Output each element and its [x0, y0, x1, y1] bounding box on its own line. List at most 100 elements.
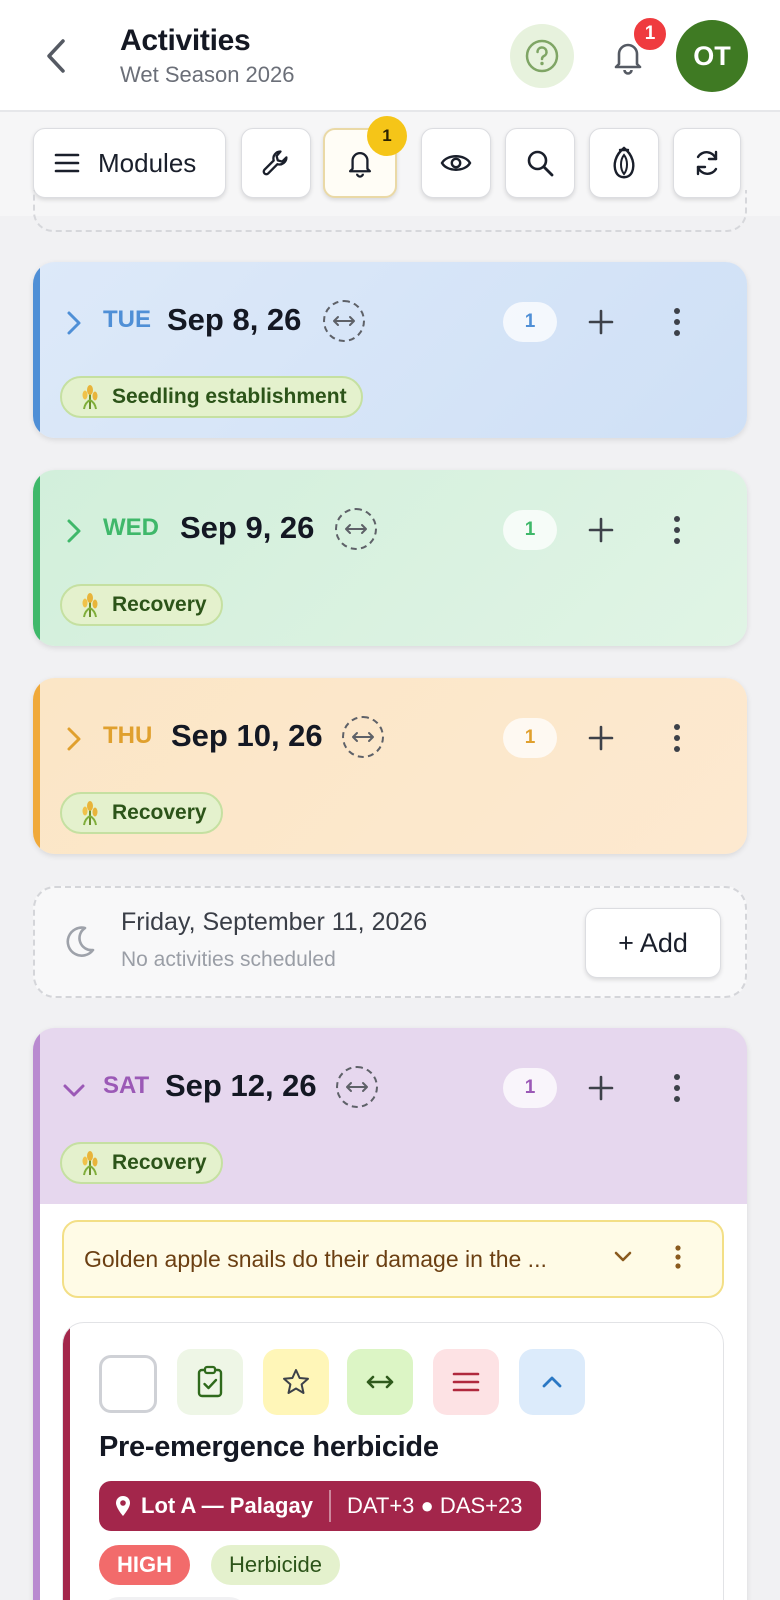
add-activity-button[interactable] [579, 716, 623, 760]
seed-button[interactable] [589, 128, 659, 198]
move-day-button[interactable] [335, 508, 377, 550]
add-button[interactable]: + Add [585, 908, 721, 978]
growth-stage-chip: Recovery [60, 1142, 223, 1184]
day-accent-bar [33, 678, 40, 854]
day-card-wed[interactable]: WED Sep 9, 26 1 Recovery [33, 470, 747, 646]
day-card-thu[interactable]: THU Sep 10, 26 1 Recovery [33, 678, 747, 854]
seed-icon [613, 146, 635, 179]
chevron-down-icon [63, 1084, 85, 1097]
category-badge: Herbicide [211, 1545, 340, 1585]
day-accent-bar [33, 262, 40, 438]
clipboard-check-icon [197, 1365, 223, 1398]
activity-count-badge: 1 [503, 1068, 557, 1108]
notifications-badge: 1 [632, 16, 668, 52]
growth-stage-chip: Recovery [60, 792, 223, 834]
move-day-button[interactable] [323, 300, 365, 342]
expand-toggle[interactable] [61, 724, 87, 754]
priority-badge: HIGH [99, 1545, 190, 1585]
wrench-icon [262, 150, 288, 176]
day-menu-button[interactable] [659, 716, 695, 760]
moon-icon [66, 926, 95, 957]
list-icon [452, 1372, 480, 1392]
tip-expand-button[interactable] [612, 1246, 634, 1273]
plus-icon [588, 517, 614, 543]
plus-icon [588, 725, 614, 751]
collapse-activity-button[interactable] [519, 1349, 585, 1415]
move-day-button[interactable] [336, 1066, 378, 1108]
collapse-toggle[interactable] [61, 1076, 87, 1106]
arrows-horizontal-icon [352, 732, 374, 742]
day-of-week: WED [103, 514, 159, 541]
menu-icon [54, 153, 80, 173]
day-date: Sep 12, 26 [165, 1068, 317, 1103]
help-icon [525, 39, 559, 73]
chevron-down-icon [614, 1251, 632, 1262]
day-of-week: TUE [103, 306, 151, 333]
checklist-button[interactable] [177, 1349, 243, 1415]
tip-text: Golden apple snails do their damage in t… [84, 1246, 547, 1272]
rice-plant-icon [82, 801, 98, 826]
arrows-horizontal-icon [346, 1082, 368, 1092]
favorite-button[interactable] [263, 1349, 329, 1415]
empty-day-message: No activities scheduled [121, 948, 336, 971]
refresh-button[interactable] [673, 128, 741, 198]
add-activity-button[interactable] [579, 1066, 623, 1110]
activity-title: Pre-emergence herbicide [99, 1431, 439, 1463]
growth-stage-chip: Seedling establishment [60, 376, 363, 418]
page-subtitle: Wet Season 2026 [120, 62, 295, 87]
avatar[interactable]: OT [676, 20, 748, 92]
previous-day-card-edge [33, 190, 747, 232]
location-label: Lot A — Palagay [141, 1493, 313, 1518]
back-button[interactable] [36, 34, 76, 78]
rice-plant-icon [82, 385, 98, 410]
modules-button[interactable]: Modules [33, 128, 226, 198]
day-menu-button[interactable] [659, 1066, 695, 1110]
chevron-up-icon [542, 1376, 562, 1388]
add-activity-button[interactable] [579, 300, 623, 344]
activity-accent-bar [63, 1323, 70, 1600]
move-activity-button[interactable] [347, 1349, 413, 1415]
search-icon [527, 150, 554, 177]
day-date: Sep 10, 26 [171, 718, 323, 753]
activity-card[interactable]: Pre-emergence herbicide Lot A — Palagay … [62, 1322, 724, 1600]
timing-label: DAT+3 ● DAS+23 [346, 1493, 523, 1518]
empty-day-date: Friday, September 11, 2026 [121, 908, 428, 936]
stage-label: Seedling establishment [112, 385, 347, 408]
stage-label: Recovery [112, 1151, 207, 1174]
growth-stage-chip: Recovery [60, 584, 223, 626]
stage-label: Recovery [112, 801, 207, 824]
plus-icon [588, 1075, 614, 1101]
rice-plant-icon [82, 1151, 98, 1176]
help-button[interactable] [510, 24, 574, 88]
tools-button[interactable] [241, 128, 311, 198]
add-activity-button[interactable] [579, 508, 623, 552]
arrows-horizontal-icon [366, 1375, 394, 1389]
more-vertical-icon [674, 308, 680, 336]
plus-icon [588, 309, 614, 335]
tip-banner[interactable]: Golden apple snails do their damage in t… [62, 1220, 724, 1298]
day-menu-button[interactable] [659, 300, 695, 344]
day-menu-button[interactable] [659, 508, 695, 552]
stage-label: Recovery [112, 593, 207, 616]
arrows-horizontal-icon [345, 524, 367, 534]
day-accent-bar [33, 470, 40, 646]
expand-toggle[interactable] [61, 516, 87, 546]
view-button[interactable] [421, 128, 491, 198]
location-chip: Lot A — Palagay DAT+3 ● DAS+23 [99, 1481, 541, 1531]
page-title: Activities [120, 24, 251, 57]
modules-label: Modules [98, 147, 197, 178]
expand-toggle[interactable] [61, 308, 87, 338]
complete-checkbox[interactable] [99, 1355, 157, 1413]
move-day-button[interactable] [342, 716, 384, 758]
alerts-badge: 1 [367, 116, 407, 156]
details-button[interactable] [433, 1349, 499, 1415]
tip-menu-button[interactable] [674, 1244, 682, 1275]
day-date: Sep 9, 26 [180, 510, 315, 545]
empty-day-card: Friday, September 11, 2026 No activities… [33, 886, 747, 998]
day-accent-bar [33, 1028, 40, 1600]
chevron-right-icon [67, 311, 81, 335]
day-card-tue[interactable]: TUE Sep 8, 26 1 Seedling establishment [33, 262, 747, 438]
search-button[interactable] [505, 128, 575, 198]
more-vertical-icon [674, 1074, 680, 1102]
chevron-right-icon [67, 519, 81, 543]
